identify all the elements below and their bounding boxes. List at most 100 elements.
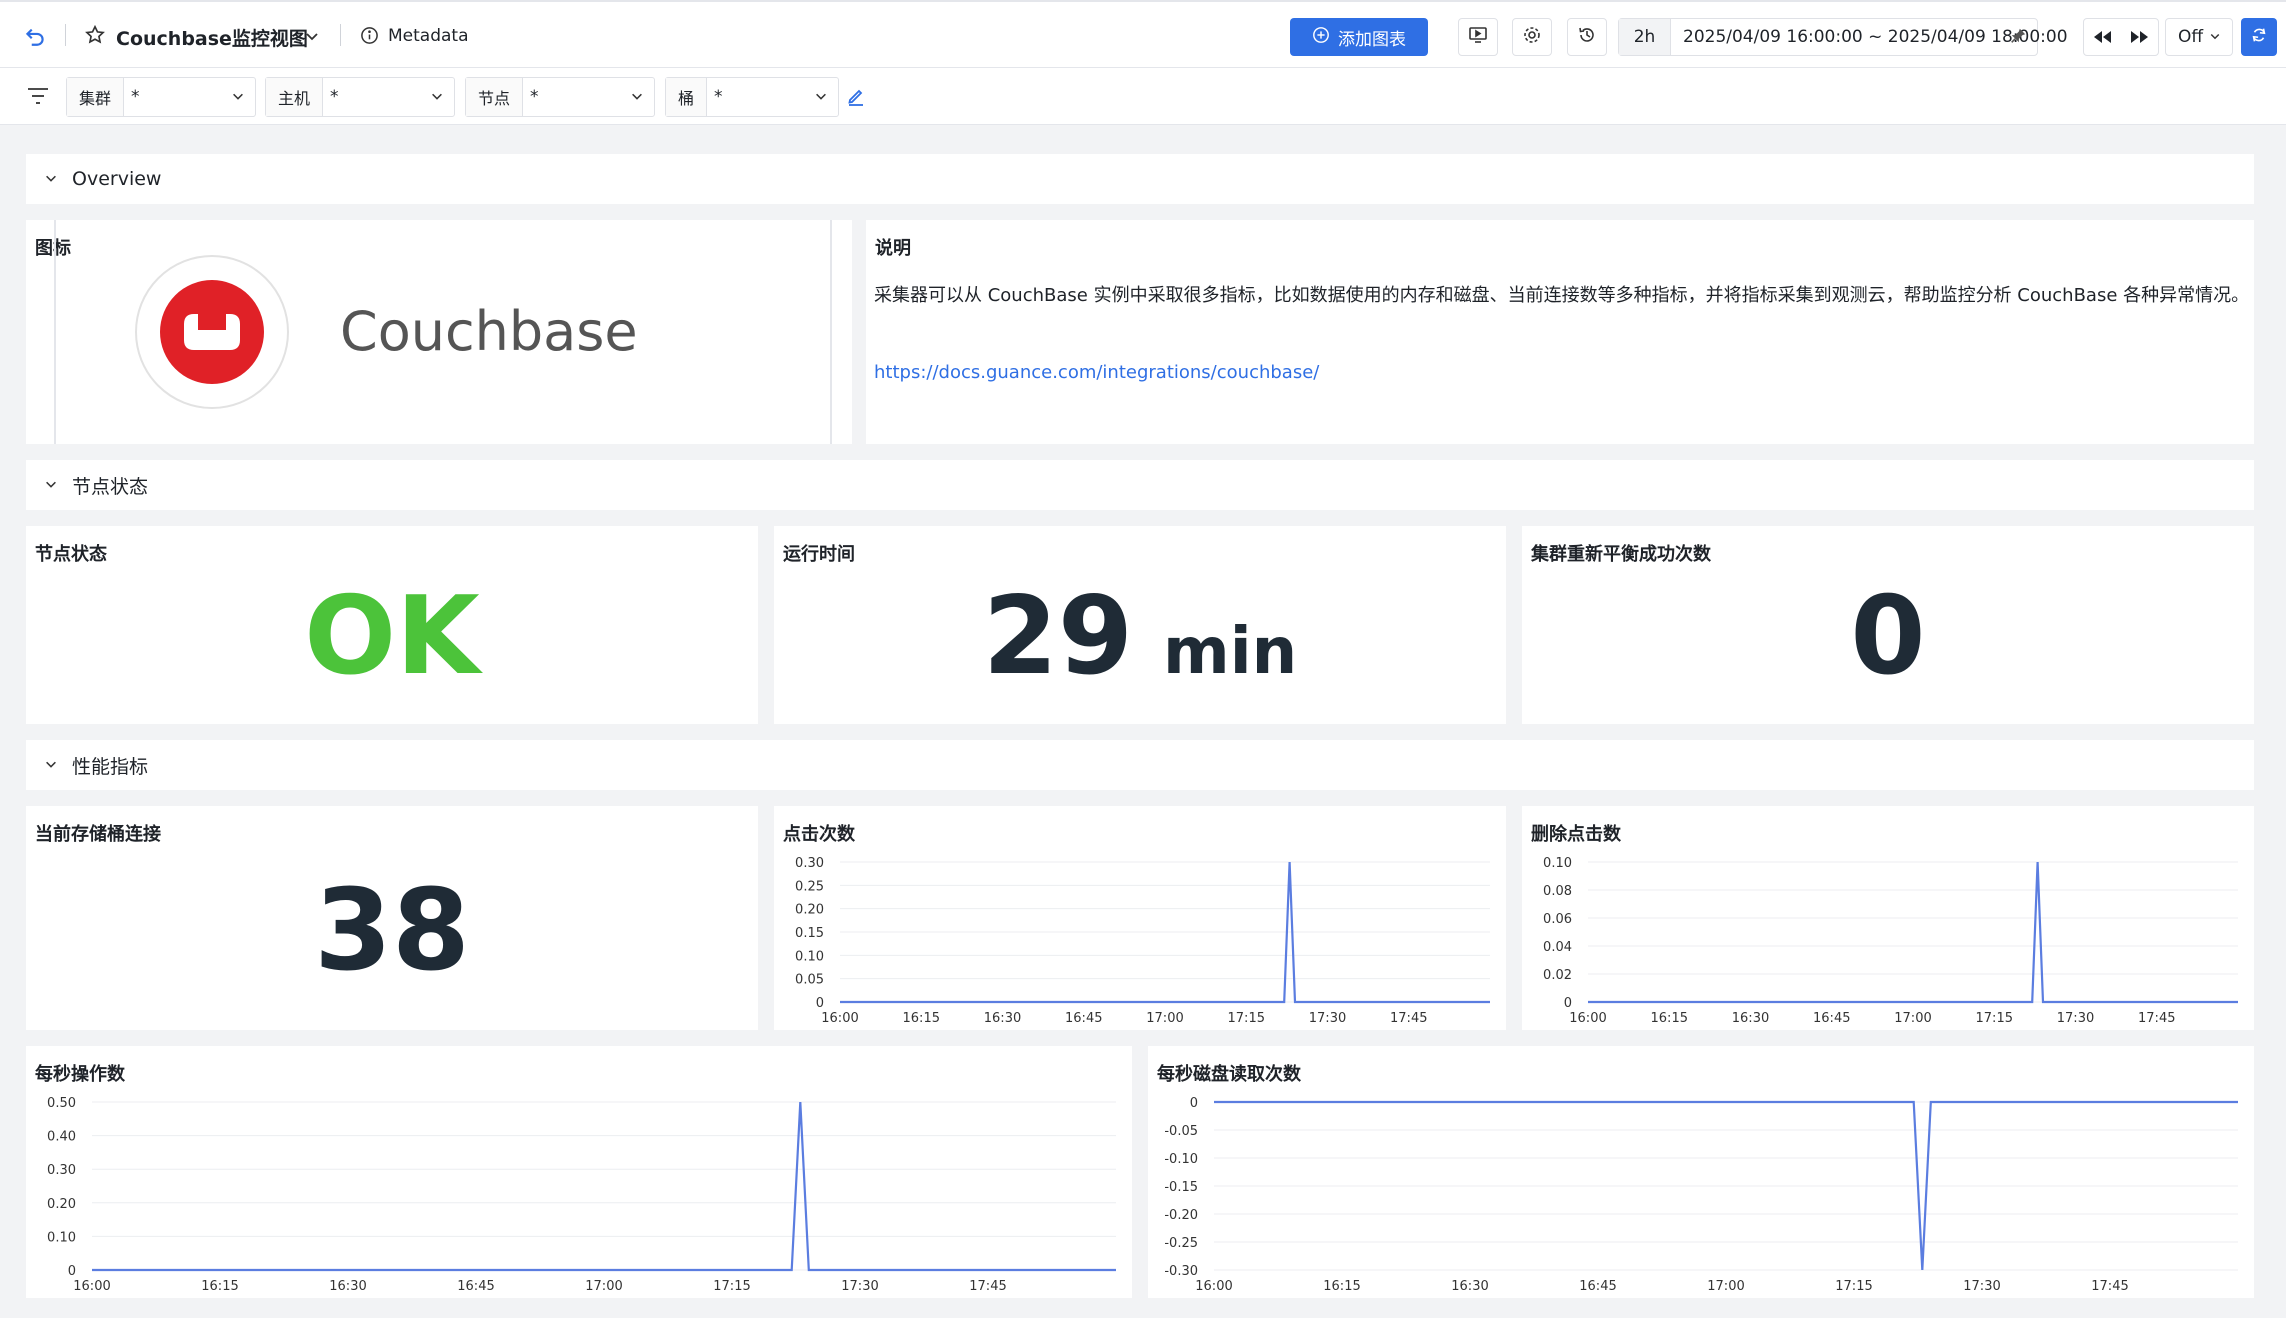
x-tick-label: 17:15 bbox=[1835, 1279, 1872, 1294]
divider bbox=[54, 220, 56, 444]
time-range-short[interactable]: 2h bbox=[1619, 19, 1671, 55]
pin-icon[interactable] bbox=[2009, 27, 2027, 49]
x-tick-label: 16:15 bbox=[1323, 1279, 1360, 1294]
x-tick-label: 16:45 bbox=[1065, 1011, 1102, 1026]
rewind-icon[interactable] bbox=[2092, 28, 2114, 50]
node-status-panel: 节点状态 OK bbox=[26, 526, 758, 724]
section-title: 节点状态 bbox=[72, 475, 149, 498]
filter-node[interactable]: 节点 * bbox=[465, 77, 655, 117]
uptime-unit: min bbox=[1163, 615, 1298, 689]
dashboard-title[interactable]: Couchbase监控视图 bbox=[116, 24, 308, 51]
uptime-panel: 运行时间 29 min bbox=[774, 526, 1506, 724]
y-tick-label: 0.10 bbox=[47, 1230, 76, 1245]
x-tick-label: 17:15 bbox=[1976, 1011, 2013, 1026]
description-text: 采集器可以从 CouchBase 实例中采取很多指标，比如数据使用的内存和磁盘、… bbox=[874, 285, 2250, 306]
x-tick-label: 17:00 bbox=[585, 1279, 622, 1294]
rebalance-value: 0 bbox=[1850, 574, 1926, 699]
chevron-down-icon bbox=[231, 88, 245, 107]
filter-bucket[interactable]: 桶 * bbox=[665, 77, 839, 117]
chevron-down-icon bbox=[44, 474, 58, 496]
hits-chart: 0.30 0.25 0.20 0.15 0.10 0.05 016:00 16:15 16:30… bbox=[795, 856, 1490, 1026]
filter-label: 集群 bbox=[67, 78, 125, 116]
chevron-down-icon[interactable] bbox=[304, 28, 320, 48]
x-tick-label: 17:00 bbox=[1707, 1279, 1744, 1294]
x-tick-label: 16:15 bbox=[1651, 1011, 1688, 1026]
refresh-mode-value: Off bbox=[2178, 27, 2204, 47]
y-tick-label: 0.40 bbox=[47, 1130, 76, 1145]
chevron-down-icon bbox=[814, 88, 828, 107]
settings-button[interactable] bbox=[1512, 18, 1552, 56]
x-tick-label: 17:45 bbox=[2138, 1011, 2175, 1026]
doc-link[interactable]: https://docs.guance.com/integrations/cou… bbox=[874, 362, 1319, 383]
monitor-icon bbox=[1468, 25, 1488, 49]
section-title: 性能指标 bbox=[72, 755, 149, 778]
refresh-icon bbox=[2250, 26, 2268, 48]
panel-title: 说明 bbox=[875, 238, 911, 259]
history-icon bbox=[1577, 25, 1597, 49]
filter-icon[interactable] bbox=[26, 86, 50, 110]
time-picker[interactable]: 2h 2025/04/09 16:00:00 ~ 2025/04/09 18:0… bbox=[1618, 18, 2068, 56]
y-tick-label: -0.30 bbox=[1164, 1264, 1198, 1279]
y-tick-label: 0.25 bbox=[795, 879, 824, 894]
x-tick-label: 16:00 bbox=[73, 1279, 110, 1294]
x-tick-label: 17:15 bbox=[1228, 1011, 1265, 1026]
y-tick-label: -0.10 bbox=[1164, 1152, 1198, 1167]
filter-value: * bbox=[714, 87, 723, 107]
x-tick-label: 16:15 bbox=[903, 1011, 940, 1026]
fast-forward-icon[interactable] bbox=[2128, 28, 2150, 50]
x-tick-label: 17:30 bbox=[2057, 1011, 2094, 1026]
screen-mode-button[interactable] bbox=[1458, 18, 1498, 56]
section-title: Overview bbox=[72, 168, 162, 190]
x-tick-label: 16:15 bbox=[201, 1279, 238, 1294]
y-tick-label: 0.08 bbox=[1543, 884, 1572, 899]
section-overview[interactable]: Overview bbox=[26, 154, 2254, 204]
back-icon[interactable] bbox=[22, 22, 48, 52]
x-tick-label: 16:30 bbox=[1451, 1279, 1488, 1294]
divider bbox=[340, 24, 341, 46]
filter-value: * bbox=[131, 87, 140, 107]
x-tick-label: 17:45 bbox=[1390, 1011, 1427, 1026]
chevron-down-icon bbox=[44, 168, 58, 190]
refresh-button[interactable] bbox=[2241, 18, 2277, 56]
filter-cluster[interactable]: 集群 * bbox=[66, 77, 256, 117]
uptime-readout: 29 min bbox=[774, 574, 1506, 699]
metadata-link[interactable]: Metadata bbox=[388, 26, 469, 46]
star-icon[interactable] bbox=[84, 24, 106, 50]
section-performance[interactable]: 性能指标 bbox=[26, 740, 2254, 790]
logo-wordmark: Couchbase bbox=[340, 300, 638, 363]
x-tick-label: 17:30 bbox=[1963, 1279, 2000, 1294]
info-icon[interactable] bbox=[360, 26, 379, 49]
x-tick-label: 16:00 bbox=[1195, 1279, 1232, 1294]
x-tick-label: 16:30 bbox=[984, 1011, 1021, 1026]
connections-value: 38 bbox=[314, 866, 470, 996]
history-button[interactable] bbox=[1567, 18, 1607, 56]
add-chart-label: 添加图表 bbox=[1338, 29, 1406, 50]
chart-title: 每秒操作数 bbox=[35, 1064, 125, 1085]
description-panel: 说明 采集器可以从 CouchBase 实例中采取很多指标，比如数据使用的内存和… bbox=[866, 220, 2254, 444]
chart-title: 点击次数 bbox=[783, 824, 855, 845]
disk-reads-chart-panel: 每秒磁盘读取次数 0 -0.05 -0.10 -0.15 -0.20 -0.25 -0.30… bbox=[1148, 1046, 2254, 1298]
disk-reads-chart: 0 -0.05 -0.10 -0.15 -0.20 -0.25 -0.3016:00 16:1… bbox=[1164, 1096, 2238, 1294]
y-tick-label: 0.04 bbox=[1543, 940, 1572, 955]
top-bar: Couchbase监控视图 Metadata 添加图表 2h 2025/04/0… bbox=[0, 0, 2286, 68]
refresh-interval-select[interactable]: Off bbox=[2165, 18, 2233, 56]
y-tick-label: 0.10 bbox=[795, 949, 824, 964]
chevron-down-icon bbox=[44, 754, 58, 776]
filter-host[interactable]: 主机 * bbox=[265, 77, 455, 117]
chevron-down-icon bbox=[2209, 27, 2221, 47]
x-tick-label: 17:30 bbox=[1309, 1011, 1346, 1026]
chevron-down-icon bbox=[630, 88, 644, 107]
delete-hits-chart: 0.10 0.08 0.06 0.04 0.02 016:00 16:15 16:30 16:4… bbox=[1543, 856, 2238, 1026]
y-tick-label: -0.05 bbox=[1164, 1124, 1198, 1139]
add-chart-button[interactable]: 添加图表 bbox=[1290, 18, 1428, 56]
time-nav-group bbox=[2083, 18, 2159, 56]
filter-label: 主机 bbox=[266, 78, 324, 116]
gear-icon bbox=[1522, 25, 1542, 49]
edit-icon[interactable] bbox=[846, 86, 866, 110]
panel-title: 当前存储桶连接 bbox=[35, 824, 161, 845]
x-tick-label: 17:30 bbox=[841, 1279, 878, 1294]
y-tick-label: 0.06 bbox=[1543, 912, 1572, 927]
section-node-status[interactable]: 节点状态 bbox=[26, 460, 2254, 510]
y-tick-label: 0.02 bbox=[1543, 968, 1572, 983]
y-tick-label: -0.25 bbox=[1164, 1236, 1198, 1251]
